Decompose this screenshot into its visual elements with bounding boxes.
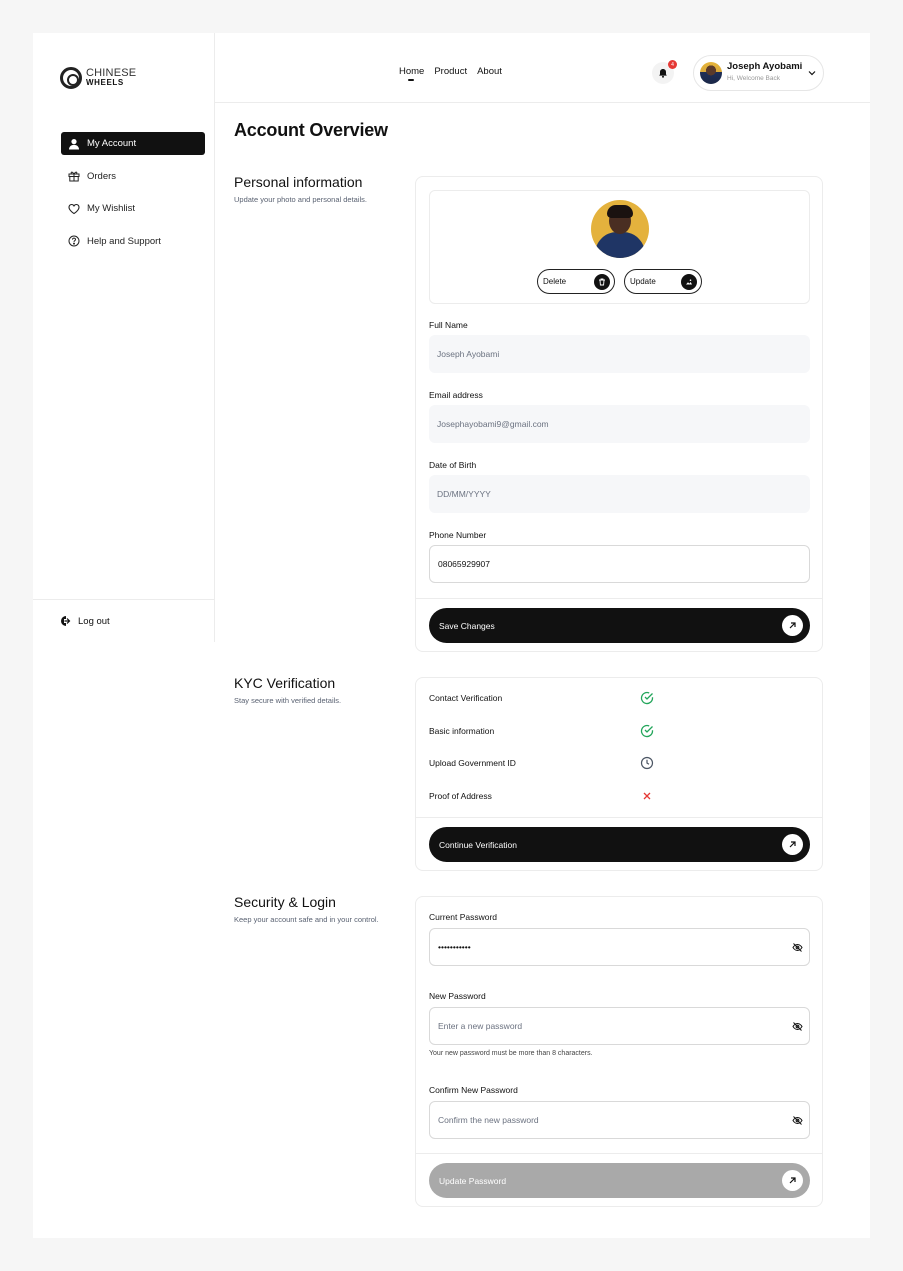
arrow-up-right-icon bbox=[789, 841, 796, 848]
card-divider bbox=[416, 1153, 822, 1154]
arrow-up-right-icon bbox=[789, 622, 796, 629]
save-changes-button[interactable]: Save Changes bbox=[429, 608, 810, 643]
trash-icon bbox=[599, 278, 605, 286]
kyc-row-government-id[interactable]: Upload Government ID bbox=[429, 753, 810, 773]
kyc-row-label: Basic information bbox=[429, 726, 495, 736]
heart-icon bbox=[68, 203, 80, 214]
eye-off-icon[interactable] bbox=[792, 1021, 803, 1032]
confirm-password-placeholder: Confirm the new password bbox=[438, 1115, 539, 1125]
user-menu[interactable]: Joseph Ayobami Hi, Welcome Back bbox=[693, 55, 824, 91]
profile-photo-section: Delete Update bbox=[429, 190, 810, 304]
eye-off-icon[interactable] bbox=[792, 1115, 803, 1126]
kyc-title: KYC Verification bbox=[234, 675, 336, 691]
confirm-password-field[interactable]: Confirm the new password bbox=[429, 1101, 810, 1139]
sidebar-item-wishlist[interactable]: My Wishlist bbox=[61, 197, 205, 220]
kyc-row-contact: Contact Verification bbox=[429, 688, 810, 708]
email-label: Email address bbox=[429, 390, 483, 400]
notifications-button[interactable]: 4 bbox=[652, 60, 677, 84]
update-password-button[interactable]: Update Password bbox=[429, 1163, 810, 1198]
phone-label: Phone Number bbox=[429, 530, 487, 540]
sidebar-item-label: Orders bbox=[87, 170, 117, 182]
delete-photo-button[interactable]: Delete bbox=[537, 269, 615, 294]
image-upload-icon bbox=[686, 279, 692, 285]
logout-label: Log out bbox=[78, 615, 110, 627]
password-hint: Your new password must be more than 8 ch… bbox=[429, 1050, 593, 1057]
check-circle-icon bbox=[640, 691, 654, 705]
sidebar-divider bbox=[33, 599, 215, 600]
current-password-value: ••••••••••• bbox=[438, 942, 471, 952]
chevron-down-icon bbox=[808, 71, 816, 76]
security-card: Current Password ••••••••••• New Passwor… bbox=[415, 896, 823, 1207]
bell-icon bbox=[659, 69, 667, 78]
kyc-card: Contact Verification Basic information U… bbox=[415, 677, 823, 871]
top-nav: Home Product About bbox=[399, 66, 502, 81]
top-header: Home Product About 4 Joseph Ayobami Hi, … bbox=[215, 33, 870, 103]
logout-icon bbox=[61, 616, 71, 626]
update-photo-label: Update bbox=[630, 277, 656, 286]
update-password-label: Update Password bbox=[439, 1175, 507, 1186]
sidebar-item-orders[interactable]: Orders bbox=[61, 165, 205, 188]
arrow-up-right-icon bbox=[789, 1177, 796, 1184]
brand-line2: WHEELS bbox=[86, 78, 124, 87]
update-photo-button[interactable]: Update bbox=[624, 269, 702, 294]
new-password-field[interactable]: Enter a new password bbox=[429, 1007, 810, 1045]
sidebar-item-label: Help and Support bbox=[87, 235, 161, 247]
continue-verification-button[interactable]: Continue Verification bbox=[429, 827, 810, 862]
brand-logo[interactable]: CHINESE WHEELS bbox=[60, 67, 136, 89]
phone-field[interactable]: 08065929907 bbox=[429, 545, 810, 583]
kyc-row-label: Proof of Address bbox=[429, 791, 492, 801]
dob-field[interactable]: DD/MM/YYYY bbox=[429, 475, 810, 513]
personal-info-subtitle: Update your photo and personal details. bbox=[234, 195, 368, 204]
wheel-logo-icon bbox=[60, 67, 82, 89]
check-circle-icon bbox=[640, 724, 654, 738]
sidebar-item-my-account[interactable]: My Account bbox=[61, 132, 205, 155]
sidebar-item-label: My Wishlist bbox=[87, 203, 136, 214]
email-field[interactable]: Josephayobami9@gmail.com bbox=[429, 405, 810, 443]
gift-icon bbox=[68, 171, 80, 182]
kyc-row-basic-info: Basic information bbox=[429, 721, 810, 741]
personal-info-title: Personal information bbox=[234, 174, 363, 190]
dob-label: Date of Birth bbox=[429, 460, 477, 470]
clock-icon bbox=[640, 756, 654, 770]
avatar bbox=[700, 62, 722, 84]
current-password-label: Current Password bbox=[429, 912, 498, 922]
eye-off-icon[interactable] bbox=[792, 942, 803, 953]
full-name-field[interactable]: Joseph Ayobami bbox=[429, 335, 810, 373]
security-title: Security & Login bbox=[234, 894, 336, 910]
help-icon bbox=[68, 235, 80, 247]
user-greeting: Hi, Welcome Back bbox=[727, 75, 780, 82]
nav-link-product[interactable]: Product bbox=[434, 66, 467, 77]
brand-line1: CHINESE bbox=[86, 67, 137, 79]
sidebar-nav: My Account Orders My Wishlist Help and S… bbox=[61, 132, 205, 262]
user-name: Joseph Ayobami bbox=[727, 61, 803, 72]
kyc-row-label: Contact Verification bbox=[429, 693, 503, 703]
personal-info-card: Delete Update Full Name Joseph Ayobami E… bbox=[415, 176, 823, 652]
current-password-field[interactable]: ••••••••••• bbox=[429, 928, 810, 966]
close-icon bbox=[643, 792, 651, 800]
kyc-subtitle: Stay secure with verified details. bbox=[234, 696, 342, 705]
full-name-label: Full Name bbox=[429, 320, 468, 330]
sidebar: CHINESE WHEELS My Account Orders My Wish… bbox=[33, 33, 215, 642]
kyc-row-label: Upload Government ID bbox=[429, 758, 516, 768]
delete-photo-label: Delete bbox=[543, 277, 567, 286]
sidebar-item-help[interactable]: Help and Support bbox=[61, 230, 205, 253]
nav-link-about[interactable]: About bbox=[477, 66, 502, 77]
nav-link-home[interactable]: Home bbox=[399, 66, 424, 81]
app-frame: CHINESE WHEELS My Account Orders My Wish… bbox=[33, 33, 870, 1238]
card-divider bbox=[416, 598, 822, 599]
user-icon bbox=[69, 138, 79, 149]
save-changes-label: Save Changes bbox=[439, 620, 495, 631]
security-subtitle: Keep your account safe and in your contr… bbox=[234, 915, 379, 924]
confirm-password-label: Confirm New Password bbox=[429, 1085, 518, 1095]
profile-photo bbox=[591, 200, 649, 258]
card-divider bbox=[416, 817, 822, 818]
kyc-row-proof-of-address[interactable]: Proof of Address bbox=[429, 786, 810, 806]
page-title: Account Overview bbox=[234, 120, 388, 140]
continue-verification-label: Continue Verification bbox=[439, 839, 517, 850]
new-password-label: New Password bbox=[429, 991, 486, 1001]
new-password-placeholder: Enter a new password bbox=[438, 1021, 523, 1031]
notification-badge: 4 bbox=[668, 60, 677, 69]
sidebar-item-label: My Account bbox=[87, 138, 137, 149]
logout-button[interactable]: Log out bbox=[60, 615, 110, 627]
